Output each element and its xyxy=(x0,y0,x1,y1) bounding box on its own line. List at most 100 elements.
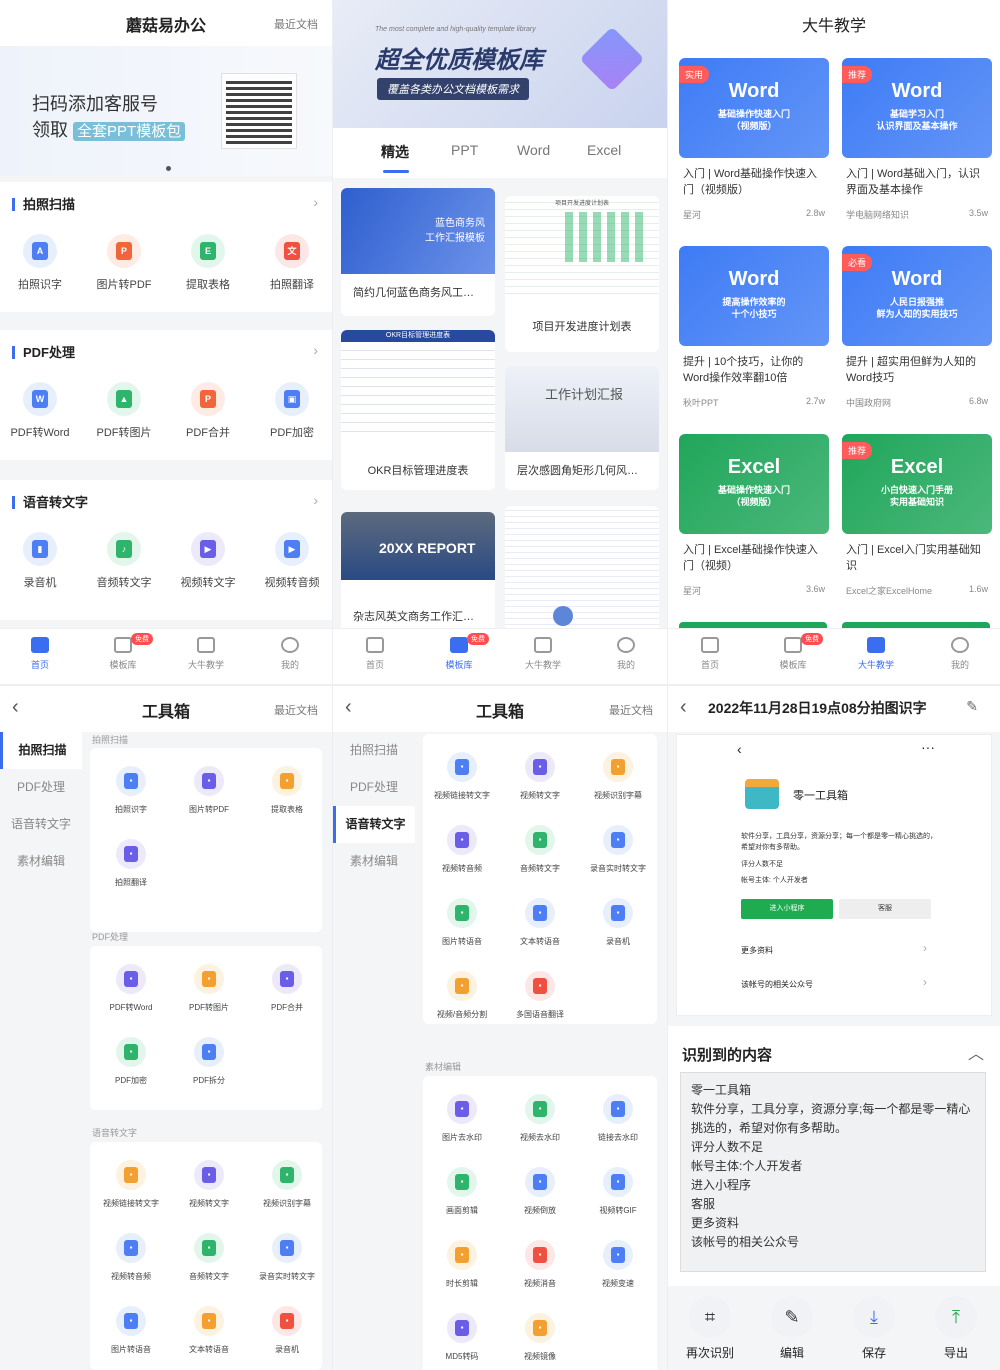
tool-tile[interactable]: ▪ 录音实时转文字 xyxy=(579,825,657,874)
chevron-right-icon[interactable]: › xyxy=(313,342,318,358)
tool-audio-to-text[interactable]: ♪ 音频转文字 xyxy=(84,532,164,590)
tool-video-to-text[interactable]: ▶ 视频转文字 xyxy=(168,532,248,590)
video-card[interactable]: Excel 基础操作快速入门 （视频版） 入门 | Excel基础操作快速入门（… xyxy=(679,434,829,614)
sidebar-item-voice[interactable]: 语音转文字 xyxy=(333,806,415,843)
tab-home[interactable]: 首页 xyxy=(10,637,70,671)
tool-pdf-to-word[interactable]: W PDF转Word xyxy=(0,382,80,440)
tool-tile[interactable]: ▪ PDF转图片 xyxy=(170,964,248,1013)
tool-tile[interactable]: ▪ 文本转语音 xyxy=(501,898,579,947)
template-card[interactable] xyxy=(505,506,659,636)
tool-tile[interactable]: ▪ 画面剪辑 xyxy=(423,1167,501,1216)
result-text-box[interactable]: 零一工具箱 软件分享，工具分享，资源分享;每一个都是零一精心挑选的，希望对你有多帮… xyxy=(680,1072,986,1272)
tool-tile[interactable]: ▪ 录音机 xyxy=(579,898,657,947)
rescan-button[interactable]: ⌗ 再次识别 xyxy=(680,1296,740,1361)
tab-me[interactable]: 我的 xyxy=(260,637,320,671)
tab-teaching[interactable]: 大牛教学 xyxy=(176,637,236,671)
tool-tile[interactable]: ▪ 拍照翻译 xyxy=(92,839,170,888)
tool-tile[interactable]: ▪ 图片转PDF xyxy=(170,766,248,815)
collapse-icon[interactable]: ︿ xyxy=(968,1040,984,1064)
tool-extract-table[interactable]: E 提取表格 xyxy=(168,234,248,292)
back-arrow-icon[interactable]: ‹ xyxy=(680,696,687,719)
recent-docs-link[interactable]: 最近文档 xyxy=(274,702,318,718)
tool-tile[interactable]: ▪ 链接去水印 xyxy=(579,1094,657,1143)
tab-excel[interactable]: Excel xyxy=(587,142,621,158)
sidebar-item-scan[interactable]: 拍照扫描 xyxy=(333,732,415,769)
tool-pdf-to-image[interactable]: ▲ PDF转图片 xyxy=(84,382,164,440)
template-card[interactable]: 20XX REPORT 杂志风英文商务工作汇… xyxy=(341,512,495,636)
tool-tile[interactable]: ▪ 录音实时转文字 xyxy=(248,1233,326,1282)
template-banner[interactable]: The most complete and high-quality templ… xyxy=(333,0,667,128)
tab-home[interactable]: 首页 xyxy=(345,637,405,671)
sidebar-item-media[interactable]: 素材编辑 xyxy=(0,843,82,880)
tool-tile[interactable]: ▪ 视频识别字幕 xyxy=(579,752,657,801)
tool-recorder[interactable]: ▮ 录音机 xyxy=(0,532,80,590)
tool-tile[interactable]: ▪ 时长剪辑 xyxy=(423,1240,501,1289)
tab-template-lib[interactable]: 模板库 免费 xyxy=(93,633,153,671)
tool-tile[interactable]: ▪ 音频转文字 xyxy=(170,1233,248,1282)
tool-tile[interactable]: ▪ 视频转音频 xyxy=(423,825,501,874)
tool-pdf-merge[interactable]: P PDF合并 xyxy=(168,382,248,440)
sidebar-item-media[interactable]: 素材编辑 xyxy=(333,843,415,880)
tool-tile[interactable]: ▪ 文本转语音 xyxy=(170,1306,248,1355)
tab-ppt[interactable]: PPT xyxy=(451,142,478,158)
tool-tile[interactable]: ▪ 图片转语音 xyxy=(423,898,501,947)
template-card[interactable]: 蓝色商务风 工作汇报模板 简约几何蓝色商务风工… xyxy=(341,188,495,316)
tab-me[interactable]: 我的 xyxy=(930,637,990,671)
tab-template-lib[interactable]: 模板库 免费 xyxy=(429,633,489,671)
tool-tile[interactable]: ▪ PDF拆分 xyxy=(170,1037,248,1086)
tool-tile[interactable]: ▪ 视频链接转文字 xyxy=(423,752,501,801)
tool-tile[interactable]: ▪ PDF合并 xyxy=(248,964,326,1013)
tool-tile[interactable]: ▪ 视频/音频分割 xyxy=(423,971,501,1020)
video-card[interactable]: 推荐 Excel 小白快速入门手册 实用基础知识 入门 | Excel入门实用基… xyxy=(842,434,992,614)
tab-me[interactable]: 我的 xyxy=(596,637,656,671)
tab-template-lib[interactable]: 模板库 免费 xyxy=(763,633,823,671)
tool-pdf-encrypt[interactable]: ▣ PDF加密 xyxy=(252,382,332,440)
tool-tile[interactable]: ▪ MD5转码 xyxy=(423,1313,501,1362)
tool-tile[interactable]: ▪ 视频倒放 xyxy=(501,1167,579,1216)
tab-home[interactable]: 首页 xyxy=(680,637,740,671)
sidebar-item-voice[interactable]: 语音转文字 xyxy=(0,806,82,843)
promo-banner[interactable]: 扫码添加客服号 领取 全套PPT模板包 xyxy=(0,46,332,176)
tool-tile[interactable]: ▪ 视频变速 xyxy=(579,1240,657,1289)
tab-teaching[interactable]: 大牛教学 xyxy=(513,637,573,671)
tool-tile[interactable]: ▪ 视频转文字 xyxy=(501,752,579,801)
chevron-right-icon[interactable]: › xyxy=(313,492,318,508)
recent-docs-link[interactable]: 最近文档 xyxy=(609,702,653,718)
video-card[interactable]: 必看 Word 人民日报强推 鲜为人知的实用技巧 提升 | 超实用但鲜为人知的W… xyxy=(842,246,992,426)
tool-tile[interactable]: ▪ 图片去水印 xyxy=(423,1094,501,1143)
tool-tile[interactable]: ▪ PDF加密 xyxy=(92,1037,170,1086)
tool-tile[interactable]: ▪ 提取表格 xyxy=(248,766,326,815)
tool-tile[interactable]: ▪ PDF转Word xyxy=(92,964,170,1013)
tool-tile[interactable]: ▪ 多国语音翻译 xyxy=(501,971,579,1020)
edit-title-icon[interactable]: ✎ xyxy=(966,698,978,715)
sidebar-item-pdf[interactable]: PDF处理 xyxy=(0,769,82,806)
template-card[interactable]: OKR目标管理进度表 OKR目标管理进度表 xyxy=(341,330,495,490)
tool-tile[interactable]: ▪ 录音机 xyxy=(248,1306,326,1355)
video-card[interactable]: 实用 Word 基础操作快速入门 （视频版） 入门 | Word基础操作快速入门… xyxy=(679,58,829,238)
tab-teaching[interactable]: 大牛教学 xyxy=(846,637,906,671)
tab-featured[interactable]: 精选 xyxy=(381,142,409,162)
sidebar-item-scan[interactable]: 拍照扫描 xyxy=(0,732,82,769)
chevron-right-icon[interactable]: › xyxy=(313,194,318,210)
tool-tile[interactable]: ▪ 视频识别字幕 xyxy=(248,1160,326,1209)
tool-tile[interactable]: ▪ 视频转音频 xyxy=(92,1233,170,1282)
tool-tile[interactable]: ▪ 视频消音 xyxy=(501,1240,579,1289)
tool-tile[interactable]: ▪ 视频转GIF xyxy=(579,1167,657,1216)
export-button[interactable]: ⤒ 导出 xyxy=(926,1296,986,1361)
tool-photo-ocr[interactable]: A 拍照识字 xyxy=(0,234,80,292)
sidebar-item-pdf[interactable]: PDF处理 xyxy=(333,769,415,806)
tool-tile[interactable]: ▪ 视频转文字 xyxy=(170,1160,248,1209)
tool-tile[interactable]: ▪ 拍照识字 xyxy=(92,766,170,815)
recent-docs-link[interactable]: 最近文档 xyxy=(274,16,318,32)
video-card[interactable]: 推荐 Word 基础学习入门 认识界面及基本操作 入门 | Word基础入门，认… xyxy=(842,58,992,238)
tool-tile[interactable]: ▪ 视频镜像 xyxy=(501,1313,579,1362)
template-card[interactable]: 项目开发进度计划表 项目开发进度计划表 xyxy=(505,196,659,352)
tool-tile[interactable]: ▪ 视频去水印 xyxy=(501,1094,579,1143)
edit-button[interactable]: ✎ 编辑 xyxy=(762,1296,822,1361)
tool-tile[interactable]: ▪ 音频转文字 xyxy=(501,825,579,874)
tool-tile[interactable]: ▪ 视频链接转文字 xyxy=(92,1160,170,1209)
tool-tile[interactable]: ▪ 图片转语音 xyxy=(92,1306,170,1355)
save-button[interactable]: ⤓ 保存 xyxy=(844,1296,904,1361)
tool-photo-translate[interactable]: 文拍照翻译 xyxy=(252,234,332,292)
tool-img-to-pdf[interactable]: P 图片转PDF xyxy=(84,234,164,292)
